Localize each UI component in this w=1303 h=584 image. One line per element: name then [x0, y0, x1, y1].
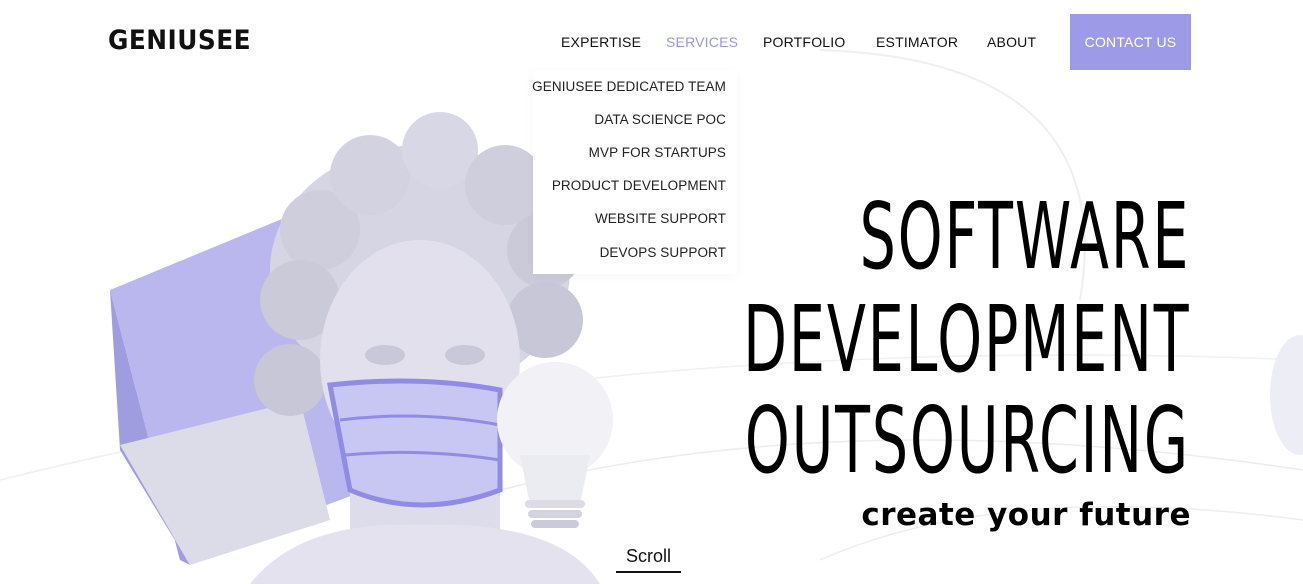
nav-item-estimator[interactable]: ESTIMATOR	[876, 34, 958, 50]
hero-headline-line-2: DEVELOPMENT	[742, 286, 1190, 393]
hero-headline-line-1: SOFTWARE	[859, 183, 1190, 290]
nav-item-about[interactable]: ABOUT	[987, 34, 1036, 50]
face-mask	[327, 378, 503, 508]
geniusee-logo[interactable]: GENIUSEE	[108, 25, 251, 56]
nav-item-services[interactable]: SERVICES	[666, 34, 738, 50]
contact-us-button[interactable]: CONTACT US	[1070, 14, 1191, 70]
menu-item-dedicated-team[interactable]: GENIUSEE DEDICATED TEAM	[532, 79, 726, 94]
menu-item-devops-support[interactable]: DEVOPS SUPPORT	[600, 245, 726, 260]
scroll-link[interactable]: Scroll	[616, 546, 681, 573]
menu-item-product-development[interactable]: PRODUCT DEVELOPMENT	[552, 178, 726, 193]
nav-item-portfolio[interactable]: PORTFOLIO	[763, 34, 845, 50]
hero-tagline: create your future	[861, 497, 1191, 533]
menu-item-mvp-for-startups[interactable]: MVP FOR STARTUPS	[589, 145, 726, 160]
menu-item-data-science-poc[interactable]: DATA SCIENCE POC	[594, 112, 726, 127]
nav-item-expertise[interactable]: EXPERTISE	[561, 34, 641, 50]
light-bulb	[497, 362, 613, 528]
decorative-blob	[1270, 335, 1303, 455]
menu-item-website-support[interactable]: WEBSITE SUPPORT	[595, 211, 726, 226]
hero-headline-line-3: OUTSOURCING	[744, 387, 1190, 494]
services-dropdown-menu: GENIUSEE DEDICATED TEAM DATA SCIENCE POC…	[532, 70, 737, 274]
